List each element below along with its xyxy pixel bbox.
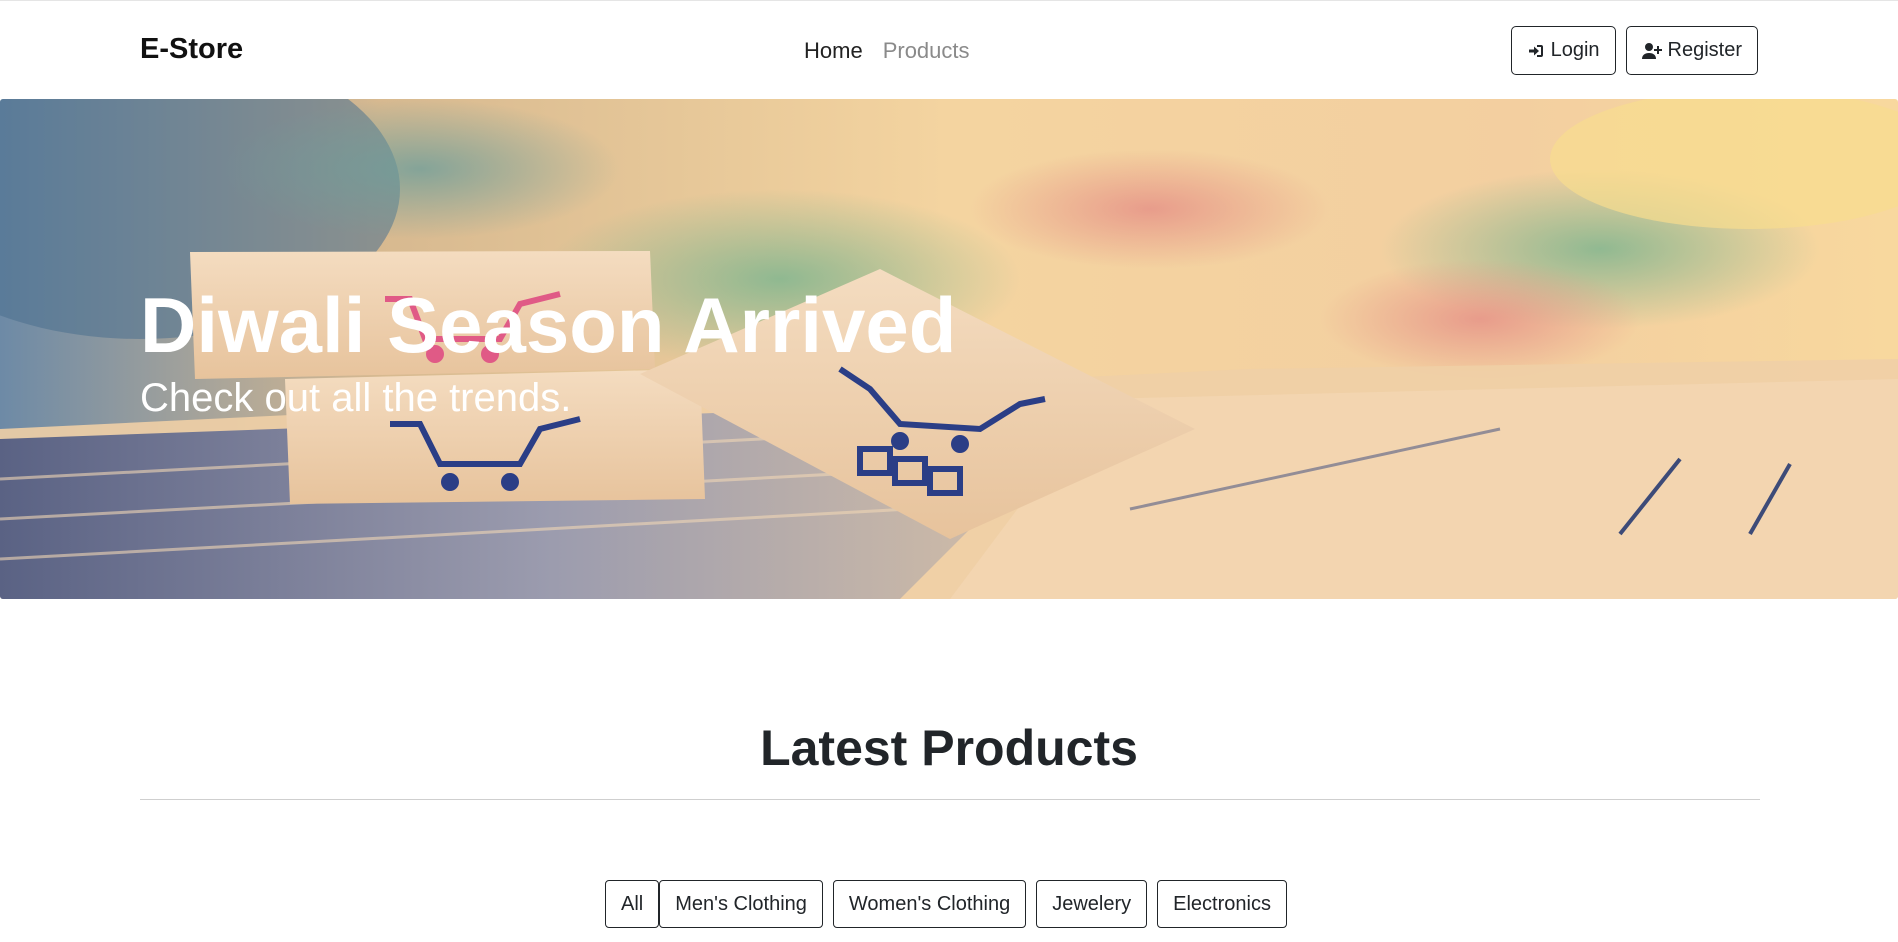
login-label: Login [1550,39,1600,61]
filter-all-button[interactable]: All [605,880,660,928]
auth-buttons: Login Register [1510,26,1758,75]
filter-womens-clothing-button[interactable]: Women's Clothing [832,880,1027,928]
category-filters: All Men's Clothing Women's Clothing Jewe… [605,880,1297,928]
nav-link-home[interactable]: Home [804,38,863,64]
register-label: Register [1667,39,1742,61]
section-divider [140,799,1760,800]
filter-mens-clothing-button[interactable]: Men's Clothing [659,880,823,928]
hero-subtitle: Check out all the trends. [140,376,572,420]
filter-electronics-button[interactable]: Electronics [1157,880,1287,928]
login-button[interactable]: Login [1510,26,1616,75]
latest-products-title: Latest Products [760,720,1138,776]
nav-link-products[interactable]: Products [883,38,970,64]
brand-logo[interactable]: E-Store [140,33,243,66]
navbar: E-Store Home Products Login Register [0,0,1898,99]
hero-banner: Diwali Season Arrived Check out all the … [0,99,1898,599]
user-plus-icon [1641,42,1662,59]
register-button[interactable]: Register [1625,26,1758,75]
filter-jewelery-button[interactable]: Jewelery [1036,880,1148,928]
sign-in-icon [1528,44,1543,57]
nav-links: Home Products [804,38,970,64]
hero-title: Diwali Season Arrived [140,281,957,369]
